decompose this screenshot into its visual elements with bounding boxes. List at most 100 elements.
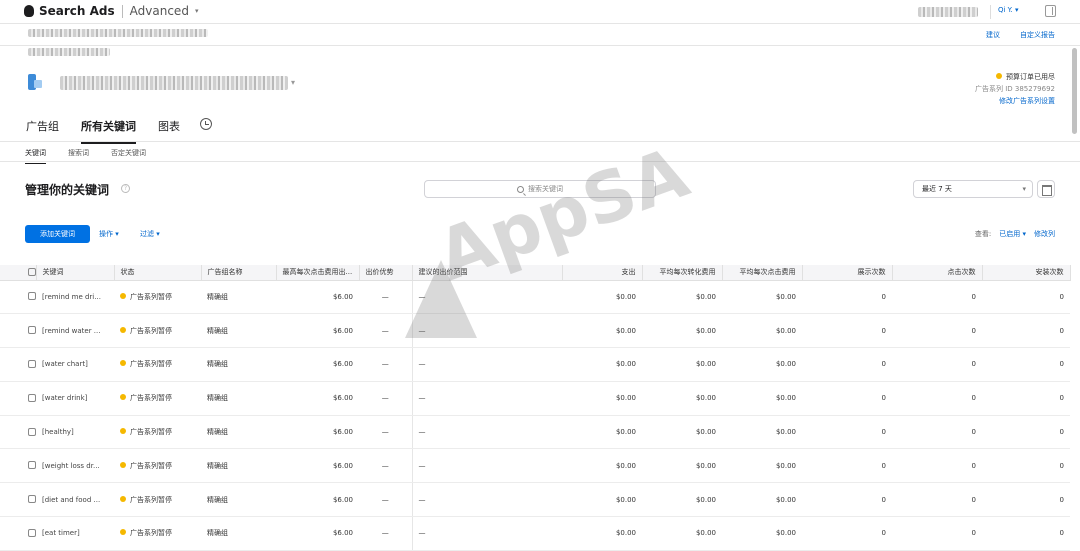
app-icon	[28, 74, 42, 90]
keyword-cell[interactable]: [weight loss dr...	[36, 448, 114, 484]
keyword-cell[interactable]: [healthy]	[36, 415, 114, 450]
campaign-id: 广告系列 ID 385279692	[975, 85, 1055, 93]
table-row[interactable]: [water chart] 广告系列暂停 精确组 $6.00— — $0.00 $0.00 $…	[0, 347, 1070, 382]
select-all-checkbox[interactable]	[0, 265, 37, 281]
col-header-avg-cpa[interactable]: 平均每次转化费用	[642, 265, 723, 281]
avg-cpa-cell: $0.00	[642, 347, 722, 382]
col-header-spend[interactable]: 支出	[562, 265, 643, 281]
table-row[interactable]: [healthy] 广告系列暂停 精确组 $6.00— — $0.00 $0.00 $0.00…	[0, 415, 1070, 450]
row-checkbox[interactable]	[0, 313, 36, 349]
table-row[interactable]: [remind water ... 广告系列暂停 精确组 $6.00— — $0.00 $0…	[0, 313, 1070, 349]
view-filter-select[interactable]: 已启用 ▾	[999, 229, 1026, 239]
row-checkbox[interactable]	[0, 381, 36, 416]
sidebar-toggle-icon[interactable]	[1045, 5, 1056, 17]
view-label: 查看:	[974, 230, 992, 238]
max-cpt-cell[interactable]: $6.00	[276, 280, 359, 315]
col-header-bid-strength[interactable]: 出价优势	[359, 265, 413, 281]
avg-cpt-cell: $0.00	[722, 381, 802, 416]
campaign-status: 预算订单已用尽	[1006, 73, 1055, 81]
keyword-cell[interactable]: [water chart]	[36, 347, 114, 382]
mode-selector[interactable]: Advanced	[130, 4, 189, 18]
col-header-avg-cpt[interactable]: 平均每次点击费用	[722, 265, 803, 281]
adgroup-cell: 精确组	[201, 415, 276, 450]
row-checkbox[interactable]	[0, 516, 36, 551]
chevron-down-icon: ▾	[194, 7, 199, 15]
campaign-title-blurred[interactable]	[60, 76, 288, 90]
help-icon[interactable]: ?	[121, 184, 130, 193]
bid-strength-cell: —	[359, 448, 413, 484]
suggested-range-cell: —	[412, 516, 562, 551]
row-checkbox[interactable]	[0, 347, 36, 382]
row-checkbox[interactable]	[0, 482, 36, 518]
table-row[interactable]: [water drink] 广告系列暂停 精确组 $6.00— — $0.00 $0.00 $…	[0, 381, 1070, 416]
row-checkbox[interactable]	[0, 415, 36, 450]
page-scrollbar[interactable]	[1072, 48, 1077, 134]
status-dot-icon	[996, 73, 1002, 79]
status-dot-icon	[120, 326, 126, 333]
actions-menu[interactable]: 操作 ▾	[99, 229, 119, 239]
divider	[0, 161, 1080, 162]
row-checkbox[interactable]	[0, 448, 36, 484]
view-controls: 查看: 已启用 ▾ 修改列	[975, 229, 1055, 239]
filter-menu[interactable]: 过滤 ▾	[140, 229, 160, 239]
user-name-blurred[interactable]	[918, 7, 978, 17]
keyword-cell[interactable]: [remind me dri...	[36, 280, 114, 315]
max-cpt-cell[interactable]: $6.00	[276, 347, 359, 382]
col-header-installs[interactable]: 安装次数	[982, 265, 1071, 281]
table-row[interactable]: [remind me dri... 广告系列暂停 精确组 $6.00— — $0.00 $0…	[0, 280, 1070, 315]
chevron-down-icon[interactable]: ▾	[291, 78, 295, 87]
recommendations-link[interactable]: 建议	[986, 30, 1000, 40]
max-cpt-cell[interactable]: $6.00	[276, 415, 359, 450]
col-header-suggested-range[interactable]: 建议的出价范围	[412, 265, 563, 281]
col-header-status[interactable]: 状态	[114, 265, 202, 281]
status-text: 广告系列暂停	[130, 326, 172, 335]
edit-campaign-settings-link[interactable]: 修改广告系列设置	[975, 95, 1055, 107]
table-row[interactable]: [diet and food ... 广告系列暂停 精确组 $6.00— — $0.00 $…	[0, 482, 1070, 518]
header-links: 建议 自定义报告	[986, 30, 1055, 40]
breadcrumb-blurred[interactable]	[28, 29, 208, 37]
col-header-max-cpt[interactable]: 最高每次点击费用出...	[276, 265, 360, 281]
top-bar: Search Ads Advanced ▾ Qi Y. ▾	[0, 0, 1080, 24]
history-icon[interactable]	[200, 118, 212, 130]
table-row[interactable]: [eat timer] 广告系列暂停 精确组 $6.00— — $0.00 $0.00 $0.…	[0, 516, 1070, 551]
max-cpt-cell[interactable]: $6.00	[276, 516, 359, 551]
date-range-select[interactable]: 最近 7 天 ▾	[913, 180, 1033, 198]
keyword-cell[interactable]: [remind water ...	[36, 313, 114, 349]
org-selector[interactable]: Qi Y. ▾	[998, 6, 1019, 14]
custom-reports-link[interactable]: 自定义报告	[1020, 30, 1055, 40]
taps-cell: 0	[892, 313, 982, 349]
max-cpt-cell[interactable]: $6.00	[276, 313, 359, 349]
avg-cpa-cell: $0.00	[642, 482, 722, 518]
status-cell: 广告系列暂停	[114, 347, 201, 382]
status-cell: 广告系列暂停	[114, 516, 201, 551]
adgroup-cell: 精确组	[201, 516, 276, 551]
col-header-impressions[interactable]: 展示次数	[802, 265, 893, 281]
keyword-cell[interactable]: [eat timer]	[36, 516, 114, 551]
table-row[interactable]: [weight loss dr... 广告系列暂停 精确组 $6.00— — $0.00 $…	[0, 448, 1070, 484]
brand[interactable]: Search Ads Advanced ▾	[24, 4, 198, 18]
row-checkbox[interactable]	[0, 280, 36, 315]
page-title: 管理你的关键词	[25, 183, 110, 197]
installs-cell: 0	[982, 415, 1070, 450]
campaign-info: 预算订单已用尽 广告系列 ID 385279692 修改广告系列设置	[975, 71, 1055, 107]
org-name: Qi Y.	[998, 6, 1013, 14]
keyword-search-input[interactable]: 搜索关键词	[424, 180, 656, 198]
max-cpt-cell[interactable]: $6.00	[276, 381, 359, 416]
impressions-cell: 0	[802, 516, 892, 551]
status-cell: 广告系列暂停	[114, 313, 201, 349]
add-keywords-button[interactable]: 添加关键词	[25, 225, 90, 243]
edit-columns-link[interactable]: 修改列	[1034, 229, 1055, 239]
col-header-adgroup[interactable]: 广告组名称	[201, 265, 277, 281]
keyword-cell[interactable]: [water drink]	[36, 381, 114, 416]
installs-cell: 0	[982, 381, 1070, 416]
status-dot-icon	[120, 461, 126, 468]
calendar-icon[interactable]	[1037, 180, 1055, 198]
avg-cpt-cell: $0.00	[722, 415, 802, 450]
max-cpt-cell[interactable]: $6.00	[276, 448, 359, 484]
col-header-taps[interactable]: 点击次数	[892, 265, 983, 281]
avg-cpa-cell: $0.00	[642, 415, 722, 450]
max-cpt-cell[interactable]: $6.00	[276, 482, 359, 518]
keyword-cell[interactable]: [diet and food ...	[36, 482, 114, 518]
adgroup-cell: 精确组	[201, 313, 276, 349]
col-header-keyword[interactable]: 关键词	[36, 265, 115, 281]
